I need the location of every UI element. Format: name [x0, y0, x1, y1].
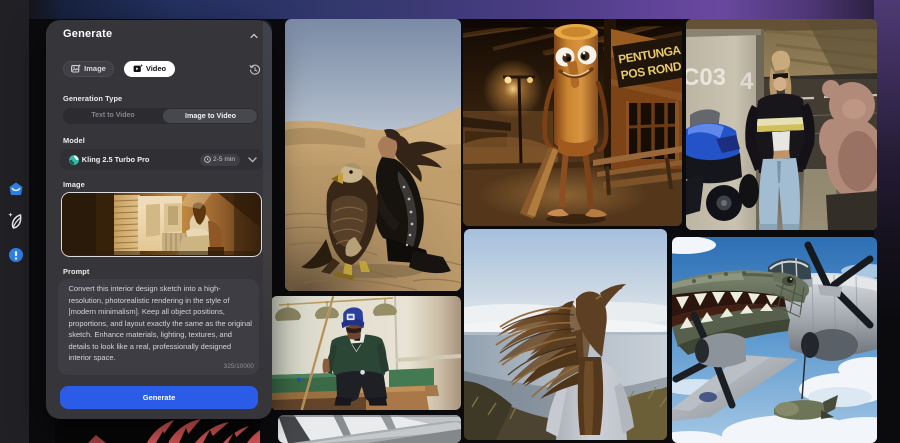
svg-text:C03: C03 [686, 64, 726, 91]
svg-text:4: 4 [740, 68, 754, 95]
